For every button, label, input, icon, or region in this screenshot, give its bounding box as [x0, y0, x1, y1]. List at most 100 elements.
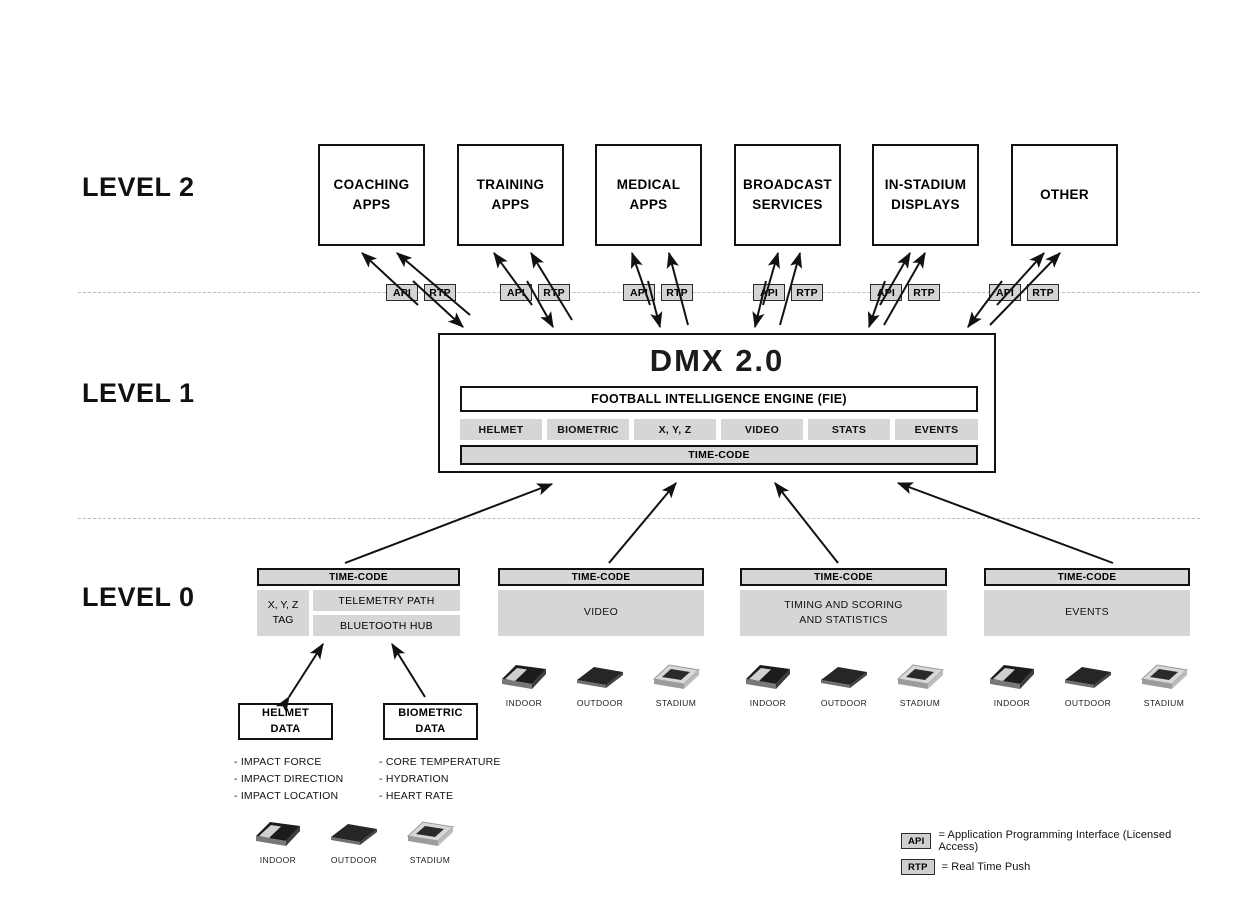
dmx-chip-events[interactable]: EVENTS — [895, 419, 978, 440]
stadium-device-icon — [652, 664, 701, 689]
level0-group-video[interactable]: VIDEO — [498, 590, 704, 636]
app-label-line2: APPS — [352, 197, 391, 212]
protocol-chip-api-coaching[interactable]: API — [386, 284, 418, 301]
protocol-chip-rtp-coaching[interactable]: RTP — [424, 284, 456, 301]
indoor-device-icon — [990, 665, 1034, 689]
biometric-data-bullets: - CORE TEMPERATURE - HYDRATION - HEART R… — [379, 754, 509, 804]
level-label-1: LEVEL 1 — [82, 378, 195, 408]
protocol-chip-rtp-in-stadium[interactable]: RTP — [908, 284, 940, 301]
arrow-telemetry-to-dmx — [344, 483, 554, 564]
level0-timecode-video[interactable]: TIME-CODE — [498, 568, 704, 586]
football-intelligence-engine-bar[interactable]: FOOTBALL INTELLIGENCE ENGINE (FIE) — [460, 386, 978, 412]
arrow-group-data-sources — [275, 642, 426, 713]
app-box-label: MEDICAL APPS — [617, 175, 681, 214]
device-indoor: INDOOR — [496, 655, 552, 708]
app-label-line1: MEDICAL — [616, 177, 681, 193]
dmx-chip-biometric[interactable]: BIOMETRIC — [547, 419, 629, 440]
app-box-other[interactable]: OTHER — [1011, 144, 1118, 246]
protocol-chip-rtp-medical[interactable]: RTP — [661, 284, 693, 301]
device-caption: STADIUM — [1143, 698, 1185, 708]
app-box-training-apps[interactable]: TRAINING APPS — [457, 144, 564, 246]
level0-group-telemetry: X, Y, Z TAG TELEMETRY PATH BLUETOOTH HUB — [257, 590, 460, 636]
device-caption: INDOOR — [749, 698, 787, 708]
level0-timecode-events[interactable]: TIME-CODE — [984, 568, 1190, 586]
indoor-device-icon — [256, 822, 300, 846]
level0-timing-text: TIMING AND SCORING AND STATISTICS — [784, 598, 903, 628]
level0-group-timing[interactable]: TIMING AND SCORING AND STATISTICS — [740, 590, 947, 636]
bullet-item: - IMPACT FORCE — [234, 756, 322, 768]
data-box-biometric-data[interactable]: BIOMETRIC DATA — [383, 703, 478, 740]
device-caption: OUTDOOR — [330, 855, 378, 865]
dmx-timecode-bar[interactable]: TIME-CODE — [460, 445, 978, 465]
protocol-chip-api-medical[interactable]: API — [623, 284, 655, 301]
indoor-device-icon — [502, 665, 546, 689]
dmx-chip-stats[interactable]: STATS — [808, 419, 890, 440]
device-caption: INDOOR — [993, 698, 1031, 708]
app-box-label: COACHING APPS — [334, 175, 410, 214]
level0-bluetooth-hub[interactable]: BLUETOOTH HUB — [313, 615, 460, 636]
stadium-device-icon — [896, 664, 945, 689]
device-caption: OUTDOOR — [1064, 698, 1112, 708]
legend-chip-rtp: RTP — [901, 859, 935, 875]
arrow-group-level2 — [361, 251, 1061, 329]
device-trio-timing: INDOOR OUTDOOR STADIUM — [740, 655, 948, 708]
dmx-chip-helmet[interactable]: HELMET — [460, 419, 542, 440]
device-caption: OUTDOOR — [820, 698, 868, 708]
app-label-line1: OTHER — [1040, 187, 1089, 203]
protocol-chip-rtp-other[interactable]: RTP — [1027, 284, 1059, 301]
device-trio-events: INDOOR OUTDOOR STADIUM — [984, 655, 1192, 708]
level0-xyz-tag[interactable]: X, Y, Z TAG — [257, 590, 309, 636]
bullet-item: - HEART RATE — [379, 789, 454, 802]
bullet-item: - IMPACT DIRECTION — [234, 772, 344, 785]
app-box-label: TRAINING APPS — [477, 175, 545, 214]
protocol-chip-rtp-training[interactable]: RTP — [538, 284, 570, 301]
data-box-title: HELMET DATA — [262, 706, 309, 738]
app-label-line2: APPS — [491, 197, 530, 212]
app-box-label: IN-STADIUM DISPLAYS — [885, 175, 967, 214]
dmx-chip-video[interactable]: VIDEO — [721, 419, 803, 440]
timing-line2: AND STATISTICS — [799, 614, 888, 626]
xyz-line1: X, Y, Z — [267, 599, 299, 612]
app-label-line1: TRAINING — [476, 177, 545, 193]
device-caption: OUTDOOR — [576, 698, 624, 708]
data-box-title-line1: BIOMETRIC — [398, 706, 463, 719]
level0-group-events[interactable]: EVENTS — [984, 590, 1190, 636]
arrow-biometric-up — [391, 642, 426, 698]
app-box-medical-apps[interactable]: MEDICAL APPS — [595, 144, 702, 246]
device-stadium: STADIUM — [1136, 655, 1192, 708]
dmx-chip-xyz[interactable]: X, Y, Z — [634, 419, 716, 440]
level0-timecode-timing[interactable]: TIME-CODE — [740, 568, 947, 586]
timing-line1: TIMING AND SCORING — [784, 598, 903, 611]
dmx-platform-block[interactable]: DMX 2.0 FOOTBALL INTELLIGENCE ENGINE (FI… — [438, 333, 996, 473]
arrow-events-to-dmx — [896, 482, 1114, 564]
protocol-chip-rtp-broadcast[interactable]: RTP — [791, 284, 823, 301]
device-outdoor: OUTDOOR — [816, 655, 872, 708]
app-box-broadcast-services[interactable]: BROADCAST SERVICES — [734, 144, 841, 246]
level0-telemetry-path[interactable]: TELEMETRY PATH — [313, 590, 460, 611]
protocol-chip-api-in-stadium[interactable]: API — [870, 284, 902, 301]
protocol-chip-api-training[interactable]: API — [500, 284, 532, 301]
level0-timecode-telemetry[interactable]: TIME-CODE — [257, 568, 460, 586]
protocol-chip-api-other[interactable]: API — [989, 284, 1021, 301]
app-label-line1: IN-STADIUM — [884, 177, 967, 193]
app-label-line2: SERVICES — [752, 197, 823, 212]
app-box-in-stadium-displays[interactable]: IN-STADIUM DISPLAYS — [872, 144, 979, 246]
app-box-label: OTHER — [1040, 185, 1089, 205]
app-label-line1: BROADCAST — [743, 177, 832, 193]
legend-text-api: = Application Programming Interface (Lic… — [938, 829, 1172, 853]
data-box-helmet-data[interactable]: HELMET DATA — [238, 703, 333, 740]
legend-row-api: API = Application Programming Interface … — [901, 829, 1201, 853]
app-label-line2: APPS — [629, 197, 668, 212]
outdoor-device-icon — [821, 667, 867, 688]
arrow-timing-to-dmx — [774, 482, 839, 564]
device-outdoor: OUTDOOR — [1060, 655, 1116, 708]
level0-telemetry-subs: TELEMETRY PATH BLUETOOTH HUB — [313, 590, 460, 636]
app-box-coaching-apps[interactable]: COACHING APPS — [318, 144, 425, 246]
device-caption: STADIUM — [655, 698, 697, 708]
data-box-title: BIOMETRIC DATA — [398, 706, 462, 738]
device-caption: STADIUM — [409, 855, 451, 865]
arrow-video-to-dmx — [608, 482, 677, 564]
protocol-chip-api-broadcast[interactable]: API — [753, 284, 785, 301]
level-label-2: LEVEL 2 — [82, 172, 195, 202]
device-caption: INDOOR — [259, 855, 297, 865]
